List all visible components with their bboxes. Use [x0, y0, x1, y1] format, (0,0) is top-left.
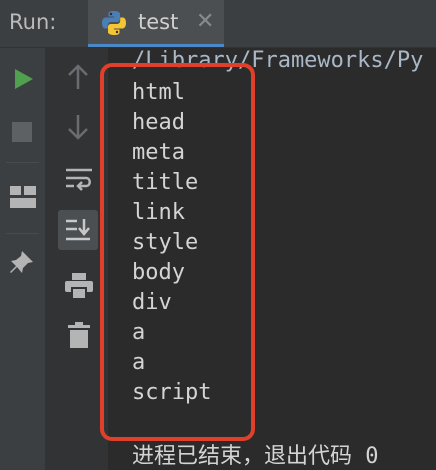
- left-toolbar: [0, 48, 46, 470]
- layout-icon[interactable]: [10, 186, 36, 208]
- output-line: meta: [132, 140, 185, 165]
- console-toolbar: [46, 48, 108, 470]
- console-output[interactable]: /Library/Frameworks/Py html head meta ti…: [108, 48, 436, 470]
- output-line: style: [132, 230, 199, 255]
- output-line: script: [132, 380, 212, 405]
- run-icon[interactable]: [12, 68, 34, 90]
- output-line: title: [132, 170, 199, 195]
- arrow-up-icon[interactable]: [67, 64, 89, 90]
- output-line: head: [132, 110, 185, 135]
- tab-test[interactable]: test ✕: [88, 0, 224, 47]
- scroll-to-end-icon: [66, 219, 90, 241]
- scroll-to-end-button[interactable]: [58, 210, 98, 250]
- trash-icon[interactable]: [68, 322, 90, 348]
- output-line: a: [132, 320, 146, 345]
- close-icon[interactable]: ✕: [196, 11, 214, 33]
- arrow-down-icon[interactable]: [67, 114, 89, 140]
- output-line: body: [132, 260, 185, 285]
- interpreter-path: /Library/Frameworks/Py: [132, 48, 424, 73]
- output-line: a: [132, 350, 146, 375]
- soft-wrap-icon[interactable]: [65, 168, 93, 192]
- divider: [6, 162, 39, 163]
- stop-icon[interactable]: [12, 122, 32, 142]
- pin-icon[interactable]: [8, 248, 36, 276]
- python-icon: [102, 11, 126, 35]
- output-line: link: [132, 200, 185, 225]
- divider: [6, 233, 39, 234]
- output-line: html: [132, 80, 185, 105]
- output-line: div: [132, 290, 172, 315]
- tab-label: test: [138, 10, 179, 34]
- run-label: Run:: [9, 10, 57, 34]
- print-icon[interactable]: [65, 273, 93, 299]
- run-tool-window: Run: test ✕ /Library/Frameworks/Py html …: [0, 0, 436, 470]
- exit-message: 进程已结束，退出代码 0: [132, 444, 379, 469]
- run-header: Run: test ✕: [0, 0, 436, 48]
